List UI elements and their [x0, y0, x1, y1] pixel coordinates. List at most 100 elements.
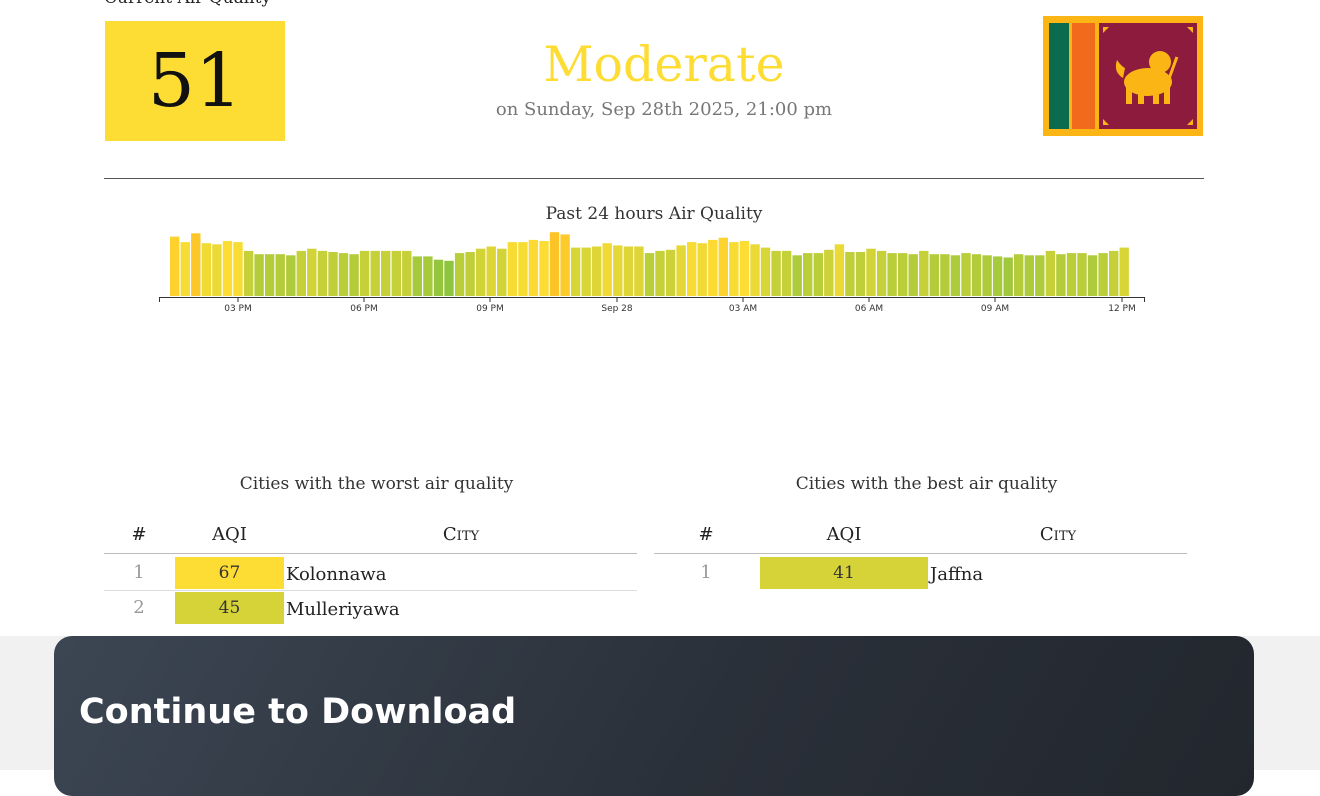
aqi-bar[interactable]: [1119, 247, 1129, 296]
worst-row-1-city[interactable]: Kolonnawa: [286, 564, 386, 585]
aqi-bar[interactable]: [307, 248, 317, 296]
aqi-bar[interactable]: [771, 250, 781, 296]
aqi-bar[interactable]: [760, 247, 771, 296]
aqi-bar[interactable]: [855, 252, 866, 296]
aqi-bar[interactable]: [708, 239, 718, 296]
aqi-bar[interactable]: [402, 250, 412, 296]
aqi-bar[interactable]: [412, 256, 422, 296]
aqi-bar[interactable]: [454, 253, 465, 296]
aqi-bar[interactable]: [254, 254, 264, 296]
aqi-bar[interactable]: [539, 241, 549, 296]
aqi-bar[interactable]: [264, 254, 275, 296]
aqi-bar[interactable]: [359, 250, 370, 296]
aqi-bar[interactable]: [919, 250, 929, 296]
aqi-bar[interactable]: [581, 247, 591, 296]
aqi-bar[interactable]: [1045, 250, 1056, 296]
aqi-bar[interactable]: [486, 246, 496, 297]
aqi-bar[interactable]: [876, 250, 887, 296]
aqi-bar[interactable]: [982, 255, 992, 296]
aqi-bar[interactable]: [317, 250, 328, 296]
aqi-bar[interactable]: [476, 248, 486, 296]
aqi-bar[interactable]: [1066, 253, 1077, 296]
aqi-bar[interactable]: [570, 247, 581, 296]
aqi-bar[interactable]: [1077, 253, 1087, 296]
worst-header-rule: [104, 553, 637, 554]
aqi-bar[interactable]: [739, 241, 750, 296]
aqi-bar[interactable]: [275, 254, 285, 296]
aqi-bar[interactable]: [1056, 254, 1066, 296]
aqi-bar[interactable]: [634, 246, 644, 297]
aqi-bar[interactable]: [497, 248, 507, 296]
aqi-bar[interactable]: [898, 253, 908, 296]
aqi-bar[interactable]: [444, 260, 454, 296]
aqi-bar[interactable]: [549, 232, 560, 296]
aqi-bar[interactable]: [338, 253, 349, 296]
aqi-bar[interactable]: [507, 242, 517, 296]
aqi-bar[interactable]: [592, 246, 602, 297]
aqi-bar[interactable]: [518, 242, 528, 296]
aqi-bar[interactable]: [613, 245, 623, 296]
aqi-bar[interactable]: [180, 242, 190, 296]
aqi-bar[interactable]: [908, 254, 918, 296]
worst-row-rule: [104, 590, 637, 591]
best-row-1-city[interactable]: Jaffna: [930, 564, 983, 585]
aqi-bar[interactable]: [697, 243, 707, 296]
aqi-bar[interactable]: [929, 254, 939, 296]
aqi-bar[interactable]: [750, 244, 760, 296]
aqi-bar[interactable]: [803, 253, 813, 296]
aqi-bar[interactable]: [1014, 254, 1024, 296]
aqi-bar[interactable]: [423, 256, 433, 296]
aqi-bar[interactable]: [792, 255, 802, 296]
aqi-bar[interactable]: [370, 250, 380, 296]
aqi-bar[interactable]: [602, 243, 612, 296]
aqi-bar[interactable]: [1098, 253, 1108, 296]
aqi-bar[interactable]: [381, 250, 391, 296]
aqi-bar[interactable]: [781, 250, 792, 296]
aqi-bar[interactable]: [1087, 255, 1098, 296]
best-city-header: City: [1039, 524, 1077, 545]
aqi-bar[interactable]: [687, 242, 697, 296]
aqi-bar[interactable]: [887, 253, 897, 296]
aqi-bar[interactable]: [644, 253, 655, 296]
aqi-bar[interactable]: [201, 243, 212, 296]
aqi-bar[interactable]: [349, 254, 359, 296]
aqi-bar[interactable]: [845, 252, 855, 296]
worst-rank-header: #: [131, 524, 147, 545]
aqi-bar[interactable]: [1035, 255, 1045, 296]
aqi-bar[interactable]: [824, 249, 834, 296]
aqi-bar[interactable]: [243, 250, 254, 296]
aqi-bar[interactable]: [623, 246, 634, 297]
aqi-bar[interactable]: [391, 250, 401, 296]
aqi-bar[interactable]: [729, 242, 739, 296]
worst-row-2-city[interactable]: Mulleriyawa: [286, 599, 400, 620]
aqi-bar[interactable]: [286, 255, 296, 296]
aqi-bar[interactable]: [328, 252, 338, 296]
aqi-bar[interactable]: [560, 234, 570, 296]
aqi-bar[interactable]: [665, 249, 676, 296]
aqi-bar[interactable]: [866, 248, 876, 296]
aqi-bar[interactable]: [655, 250, 665, 296]
aqi-bar[interactable]: [233, 242, 243, 296]
aqi-bar[interactable]: [170, 236, 180, 296]
aqi-bar[interactable]: [433, 259, 444, 296]
aqi-bar[interactable]: [971, 254, 982, 296]
aqi-bar[interactable]: [191, 233, 201, 296]
aqi-bar[interactable]: [296, 250, 306, 296]
x-tick-label: 06 PM: [350, 304, 378, 314]
aqi-bar[interactable]: [465, 252, 475, 296]
x-tick-label: 03 AM: [729, 304, 757, 314]
aqi-bar[interactable]: [940, 254, 950, 296]
aqi-bar[interactable]: [992, 256, 1003, 296]
aqi-bar[interactable]: [212, 244, 222, 296]
aqi-bar[interactable]: [1003, 257, 1013, 297]
aqi-bar[interactable]: [834, 244, 845, 296]
aqi-bar[interactable]: [961, 253, 971, 296]
aqi-bar[interactable]: [1109, 250, 1119, 296]
aqi-bar[interactable]: [222, 241, 233, 296]
aqi-bar[interactable]: [718, 237, 728, 296]
aqi-bar[interactable]: [950, 255, 961, 296]
aqi-bar[interactable]: [676, 245, 686, 296]
aqi-bar[interactable]: [1024, 255, 1034, 296]
aqi-bar[interactable]: [813, 253, 823, 296]
aqi-bar[interactable]: [528, 239, 539, 296]
